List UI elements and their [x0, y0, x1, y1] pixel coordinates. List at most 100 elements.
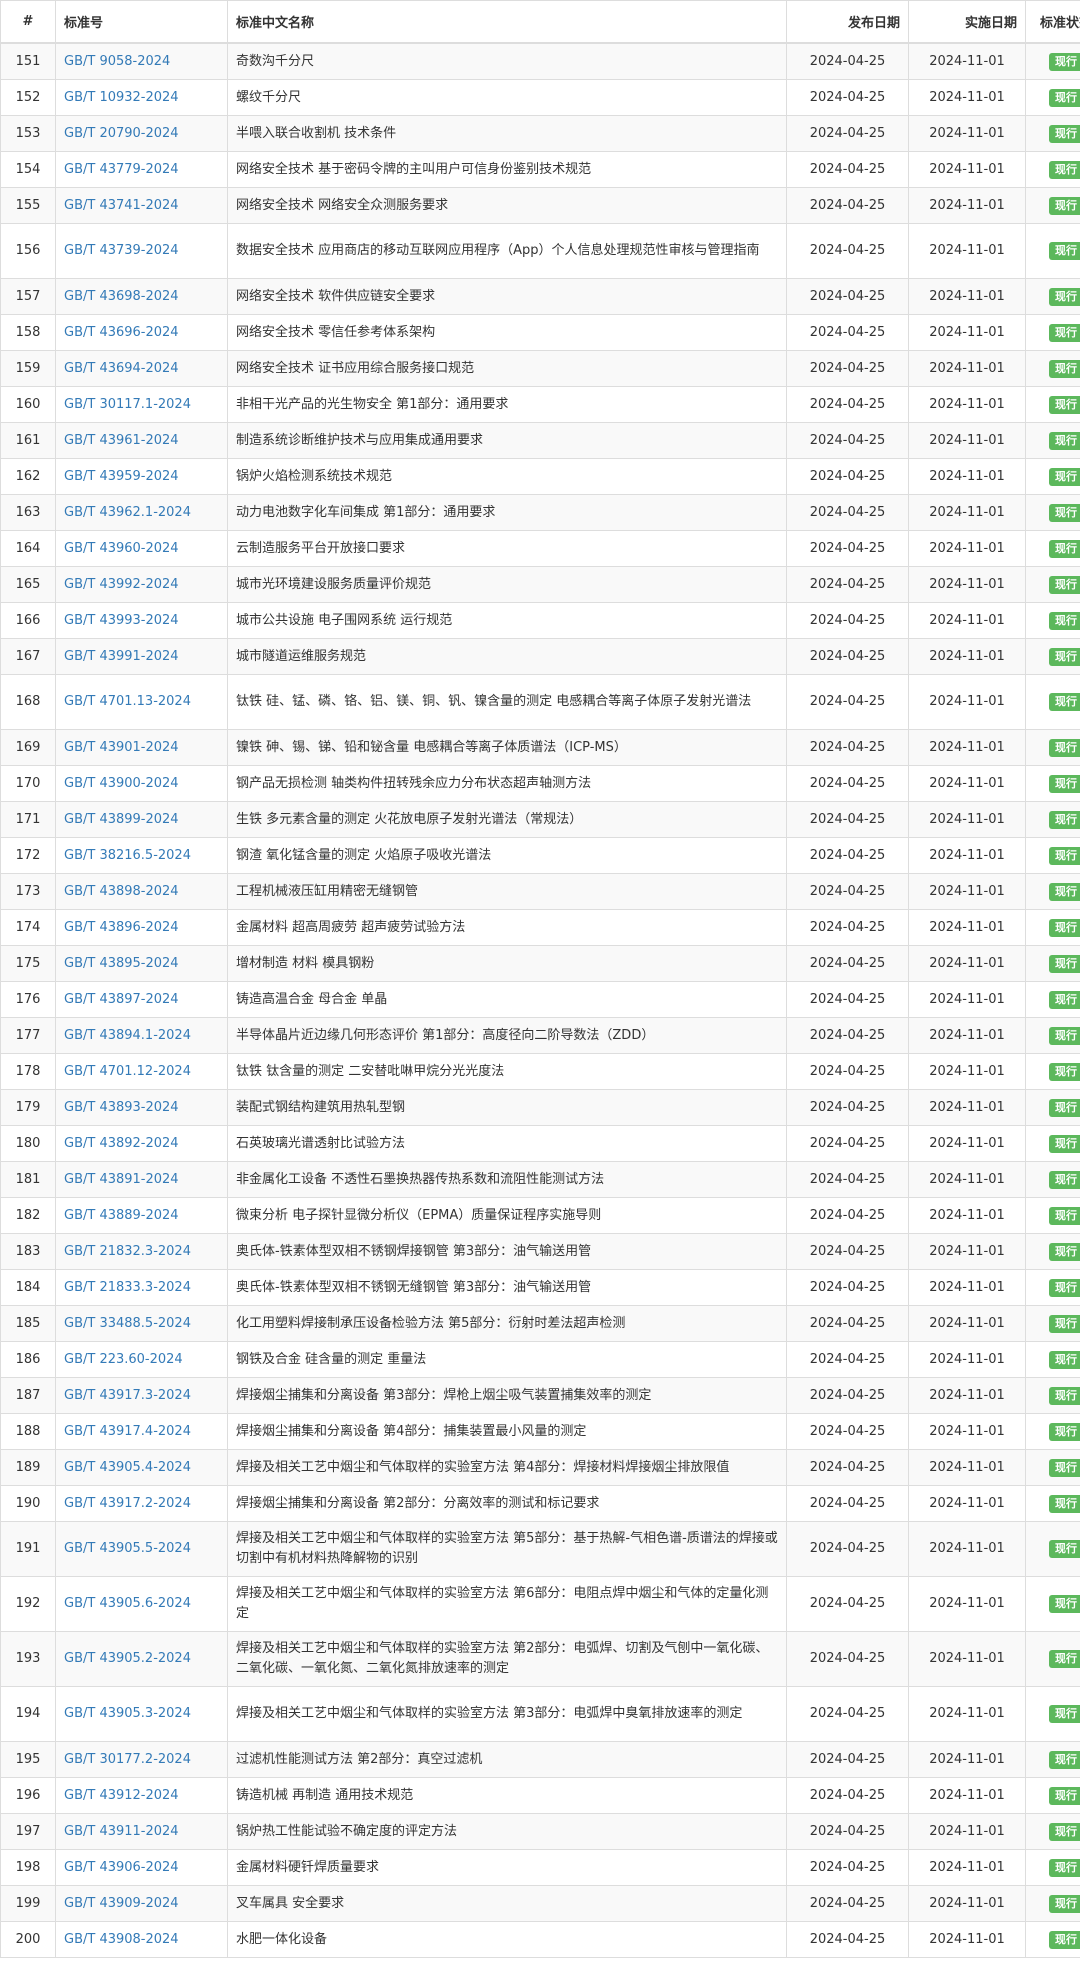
row-impl-date: 2024-11-01: [908, 1305, 1026, 1342]
standard-code-link[interactable]: GB/T 43694-2024: [64, 361, 179, 376]
row-code-cell: GB/T 43905.6-2024: [55, 1576, 228, 1632]
standard-code-link[interactable]: GB/T 4701.13-2024: [64, 694, 191, 709]
row-pub-date: 2024-04-25: [786, 223, 909, 279]
standard-code-link[interactable]: GB/T 30177.2-2024: [64, 1752, 191, 1767]
row-name: 镍铁 砷、锡、锑、铅和铋含量 电感耦合等离子体质谱法（ICP-MS）: [227, 729, 787, 766]
row-status-cell: 现行: [1025, 422, 1080, 459]
row-name: 制造系统诊断维护技术与应用集成通用要求: [227, 422, 787, 459]
status-badge: 现行: [1049, 918, 1080, 937]
row-pub-date: 2024-04-25: [786, 1233, 909, 1270]
row-status-cell: 现行: [1025, 223, 1080, 279]
standard-code-link[interactable]: GB/T 43892-2024: [64, 1136, 179, 1151]
row-impl-date: 2024-11-01: [908, 1161, 1026, 1198]
standard-code-link[interactable]: GB/T 43917.3-2024: [64, 1388, 191, 1403]
standard-code-link[interactable]: GB/T 43905.5-2024: [64, 1541, 191, 1556]
status-badge: 现行: [1049, 124, 1080, 143]
standard-code-link[interactable]: GB/T 43906-2024: [64, 1860, 179, 1875]
standard-code-link[interactable]: GB/T 21833.3-2024: [64, 1280, 191, 1295]
row-pub-date: 2024-04-25: [786, 79, 909, 116]
row-pub-date: 2024-04-25: [786, 350, 909, 387]
standard-code-link[interactable]: GB/T 43959-2024: [64, 469, 179, 484]
standard-code-link[interactable]: GB/T 43905.6-2024: [64, 1596, 191, 1611]
row-impl-date: 2024-11-01: [908, 223, 1026, 279]
standard-code-link[interactable]: GB/T 43779-2024: [64, 162, 179, 177]
standard-code-link[interactable]: GB/T 43895-2024: [64, 956, 179, 971]
standard-code-link[interactable]: GB/T 33488.5-2024: [64, 1316, 191, 1331]
table-row: 193 GB/T 43905.2-2024 焊接及相关工艺中烟尘和气体取样的实验室方…: [0, 1631, 1080, 1687]
row-code-cell: GB/T 4701.13-2024: [55, 674, 228, 730]
row-num: 187: [0, 1377, 56, 1414]
standard-code-link[interactable]: GB/T 43912-2024: [64, 1788, 179, 1803]
row-code-cell: GB/T 10932-2024: [55, 79, 228, 116]
row-code-cell: GB/T 43962.1-2024: [55, 494, 228, 531]
header-pub-date: 发布日期: [786, 0, 909, 44]
standard-code-link[interactable]: GB/T 43993-2024: [64, 613, 179, 628]
standard-code-link[interactable]: GB/T 43911-2024: [64, 1824, 179, 1839]
standard-code-link[interactable]: GB/T 43991-2024: [64, 649, 179, 664]
row-status-cell: 现行: [1025, 187, 1080, 224]
row-status-cell: 现行: [1025, 801, 1080, 838]
row-status-cell: 现行: [1025, 1377, 1080, 1414]
standard-code-link[interactable]: GB/T 43899-2024: [64, 812, 179, 827]
status-badge: 现行: [1049, 196, 1080, 215]
standard-code-link[interactable]: GB/T 43889-2024: [64, 1208, 179, 1223]
row-num: 174: [0, 909, 56, 946]
standard-code-link[interactable]: GB/T 43891-2024: [64, 1172, 179, 1187]
standard-code-link[interactable]: GB/T 43961-2024: [64, 433, 179, 448]
row-impl-date: 2024-11-01: [908, 151, 1026, 188]
standard-code-link[interactable]: GB/T 43698-2024: [64, 289, 179, 304]
standard-code-link[interactable]: GB/T 30117.1-2024: [64, 397, 191, 412]
row-pub-date: 2024-04-25: [786, 873, 909, 910]
standard-code-link[interactable]: GB/T 43900-2024: [64, 776, 179, 791]
status-badge: 现行: [1049, 88, 1080, 107]
row-name: 钢产品无损检测 轴类构件扭转残余应力分布状态超声轴测方法: [227, 765, 787, 802]
standard-code-link[interactable]: GB/T 223.60-2024: [64, 1352, 183, 1367]
row-code-cell: GB/T 4701.12-2024: [55, 1053, 228, 1090]
standard-code-link[interactable]: GB/T 43897-2024: [64, 992, 179, 1007]
row-pub-date: 2024-04-25: [786, 1341, 909, 1378]
standard-code-link[interactable]: GB/T 43896-2024: [64, 920, 179, 935]
standard-code-link[interactable]: GB/T 20790-2024: [64, 126, 179, 141]
standard-code-link[interactable]: GB/T 43894.1-2024: [64, 1028, 191, 1043]
standard-code-link[interactable]: GB/T 43908-2024: [64, 1932, 179, 1947]
standard-code-link[interactable]: GB/T 43893-2024: [64, 1100, 179, 1115]
table-row: 165 GB/T 43992-2024 城市光环境建设服务质量评价规范 2024-04…: [0, 566, 1080, 603]
status-badge: 现行: [1049, 1386, 1080, 1405]
header-status: 标准状态: [1025, 0, 1080, 44]
row-impl-date: 2024-11-01: [908, 674, 1026, 730]
standard-code-link[interactable]: GB/T 38216.5-2024: [64, 848, 191, 863]
row-num: 177: [0, 1017, 56, 1054]
standard-code-link[interactable]: GB/T 43898-2024: [64, 884, 179, 899]
row-code-cell: GB/T 43897-2024: [55, 981, 228, 1018]
standard-code-link[interactable]: GB/T 10932-2024: [64, 90, 179, 105]
row-code-cell: GB/T 43917.4-2024: [55, 1413, 228, 1450]
table-row: 183 GB/T 21832.3-2024 奥氏体-铁素体型双相不锈钢焊接钢管 第3…: [0, 1233, 1080, 1270]
row-status-cell: 现行: [1025, 1849, 1080, 1886]
table-row: 152 GB/T 10932-2024 螺纹千分尺 2024-04-25 2024-11…: [0, 79, 1080, 116]
standard-code-link[interactable]: GB/T 43917.4-2024: [64, 1424, 191, 1439]
standard-code-link[interactable]: GB/T 43992-2024: [64, 577, 179, 592]
standard-code-link[interactable]: GB/T 43960-2024: [64, 541, 179, 556]
standard-code-link[interactable]: GB/T 43909-2024: [64, 1896, 179, 1911]
standard-code-link[interactable]: GB/T 4701.12-2024: [64, 1064, 191, 1079]
standard-code-link[interactable]: GB/T 43905.4-2024: [64, 1460, 191, 1475]
standard-code-link[interactable]: GB/T 43905.3-2024: [64, 1706, 191, 1721]
standard-code-link[interactable]: GB/T 21832.3-2024: [64, 1244, 191, 1259]
standard-code-link[interactable]: GB/T 43917.2-2024: [64, 1496, 191, 1511]
standard-code-link[interactable]: GB/T 43962.1-2024: [64, 505, 191, 520]
row-pub-date: 2024-04-25: [786, 151, 909, 188]
status-badge: 现行: [1049, 1540, 1080, 1558]
table-row: 185 GB/T 33488.5-2024 化工用塑料焊接制承压设备检验方法 第5部…: [0, 1305, 1080, 1342]
row-code-cell: GB/T 38216.5-2024: [55, 837, 228, 874]
status-badge: 现行: [1049, 539, 1080, 558]
standard-code-link[interactable]: GB/T 43741-2024: [64, 198, 179, 213]
standard-code-link[interactable]: GB/T 43905.2-2024: [64, 1651, 191, 1666]
row-pub-date: 2024-04-25: [786, 278, 909, 315]
standard-code-link[interactable]: GB/T 43696-2024: [64, 325, 179, 340]
row-name: 非相干光产品的光生物安全 第1部分：通用要求: [227, 386, 787, 423]
standard-code-link[interactable]: GB/T 43739-2024: [64, 243, 179, 258]
standard-code-link[interactable]: GB/T 9058-2024: [64, 54, 170, 69]
standard-code-link[interactable]: GB/T 43901-2024: [64, 740, 179, 755]
row-name: 非金属化工设备 不透性石墨换热器传热系数和流阻性能测试方法: [227, 1161, 787, 1198]
table-row: 188 GB/T 43917.4-2024 焊接烟尘捕集和分离设备 第4部分：捕集装…: [0, 1413, 1080, 1450]
